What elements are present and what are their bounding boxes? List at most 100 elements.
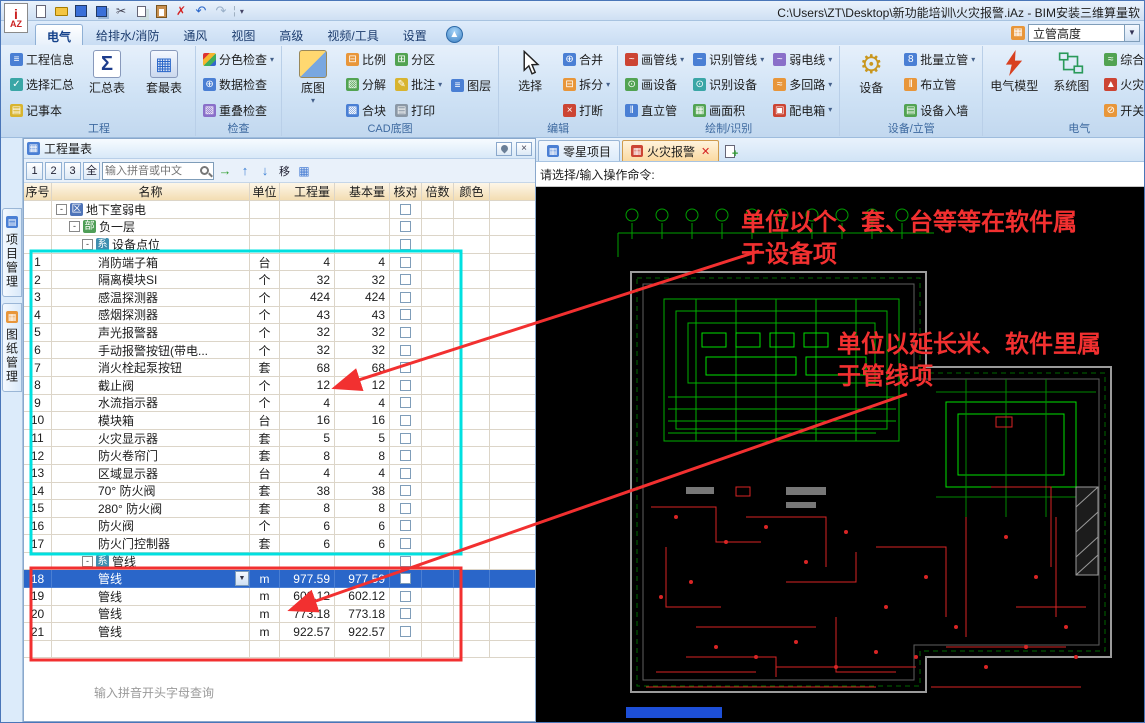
check-checkbox[interactable] [400,520,411,531]
table-row[interactable]: 20管线m773.18773.18 [24,606,535,624]
table-group-row[interactable]: -区地下室弱电 [24,201,535,219]
table-row[interactable]: 2隔离模块SI个3232 [24,271,535,289]
multi-loop-button[interactable]: ≈多回路▾ [770,74,835,96]
tab-video-tools[interactable]: 视频/工具 [316,24,389,45]
quota-table-button[interactable]: ▦套最表 [137,47,191,123]
sidebar-tab-project-management[interactable]: ▤ 项目管理 [2,208,22,297]
tab-settings[interactable]: 设置 [392,24,438,45]
table-row[interactable]: 21管线m922.57922.57 [24,623,535,641]
check-checkbox[interactable] [400,345,411,356]
check-checkbox[interactable] [400,626,411,637]
collapse-icon[interactable]: - [69,221,80,232]
check-checkbox[interactable] [400,397,411,408]
explode-button[interactable]: ▨分解 [343,74,389,96]
riser-height-combo[interactable]: 立管高度 ▼ [1028,24,1140,42]
check-checkbox[interactable] [400,415,411,426]
select-tool-button[interactable]: 选择 [503,47,557,123]
level-2-button[interactable]: 2 [45,162,62,180]
table-row[interactable]: 7消火栓起泵按钮套6868 [24,359,535,377]
tab-view[interactable]: 视图 [220,24,266,45]
overlap-check-button[interactable]: ▧重叠检查 [200,99,277,121]
check-checkbox[interactable] [400,309,411,320]
column-header-no[interactable]: 序号 [24,183,52,201]
name-combo-button[interactable]: ▼ [235,571,249,586]
check-checkbox[interactable] [400,433,411,444]
cut-button[interactable]: ✂ [113,3,129,19]
table-row[interactable]: 11火灾显示器套55 [24,430,535,448]
draw-pipe-button[interactable]: ~画管线▾ [622,49,687,71]
table-row[interactable]: 6手动报警按钮(带电...个3232 [24,342,535,360]
collapse-icon[interactable]: - [56,204,67,215]
check-checkbox[interactable] [400,538,411,549]
project-info-button[interactable]: ≡工程信息 [7,49,77,71]
pin-panel-button[interactable] [496,142,512,156]
paste-button[interactable] [153,3,169,19]
collapse-icon[interactable]: - [82,239,93,250]
drawing-tab-fire-alarm[interactable]: ▦ 火灾报警 ✕ [622,140,719,161]
table-row[interactable]: 1消防端子箱台44 [24,254,535,272]
table-group-row[interactable]: -部负一层 [24,219,535,237]
check-checkbox[interactable] [400,292,411,303]
break-button[interactable]: ×打断 [560,99,613,121]
check-checkbox[interactable] [400,362,411,373]
column-header-color[interactable]: 颜色 [454,183,490,201]
check-checkbox[interactable] [400,556,411,567]
previous-result-button[interactable]: ↑ [236,162,254,180]
tab-electrical[interactable]: 电气 [35,24,83,45]
table-row[interactable]: 10模块箱台1616 [24,412,535,430]
cable-routing-button[interactable]: ≈综合布线 [1101,49,1145,71]
delete-button[interactable]: ✗ [173,3,189,19]
table-row[interactable]: 9水流指示器个44 [24,395,535,413]
collapse-icon[interactable]: - [82,556,93,567]
check-checkbox[interactable] [400,239,411,250]
undo-button[interactable]: ↶ [193,3,209,19]
f​ire-alarm-button[interactable]: ▲火灾报警 [1101,74,1145,96]
partition-button[interactable]: ⊞分区 [392,49,445,71]
save-button[interactable] [73,3,89,19]
print-button[interactable]: ▤打印 [392,99,445,121]
open-button[interactable] [53,3,69,19]
vertical-pipe-button[interactable]: ‖直立管 [622,99,687,121]
tab-ventilation[interactable]: 通风 [172,24,218,45]
check-checkbox[interactable] [400,591,411,602]
electric-model-button[interactable]: 电气模型 [987,47,1041,123]
redo-button[interactable]: ↷ [213,3,229,19]
command-bar[interactable]: 请选择/输入操作命令: [536,162,1144,187]
column-header-name[interactable]: 名称 [52,183,250,201]
check-checkbox[interactable] [400,274,411,285]
check-checkbox[interactable] [400,204,411,215]
new-document-button[interactable] [33,3,49,19]
toolbar-options-arrow-icon[interactable]: ▾ [240,7,244,16]
check-checkbox[interactable] [400,468,411,479]
tab-advanced[interactable]: 高级 [268,24,314,45]
draw-device-button[interactable]: ⊙画设备 [622,74,687,96]
table-row[interactable]: 1470° 防火阀套3838 [24,483,535,501]
go-search-button[interactable]: → [216,162,234,180]
distribution-box-button[interactable]: ▣配电箱▾ [770,99,835,121]
notepad-button[interactable]: ▤记事本 [7,99,77,121]
new-drawing-tab-button[interactable]: + [721,141,739,161]
place-riser-button[interactable]: ‖布立管 [901,74,978,96]
base-map-button[interactable]: 底图▾ [286,47,340,123]
table-row[interactable]: 16防火阀个66 [24,518,535,536]
table-row[interactable]: 18管线▼m977.59977.59 [24,570,535,588]
table-row[interactable]: 17防火门控制器套66 [24,535,535,553]
table-empty-row[interactable] [24,641,535,659]
close-panel-button[interactable]: × [516,142,532,156]
split-button[interactable]: ⊟拆分▾ [560,74,613,96]
data-check-button[interactable]: ⊕数据检查 [200,74,277,96]
table-row[interactable]: 19管线m602.12602.12 [24,588,535,606]
column-header-base[interactable]: 基本量 [335,183,390,201]
check-checkbox[interactable] [400,380,411,391]
save-all-button[interactable] [93,3,109,19]
device-in-wall-button[interactable]: ▤设备入墙 [901,99,978,121]
table-group-row[interactable]: -系管线 [24,553,535,571]
table-row[interactable]: 4感烟探测器个4343 [24,307,535,325]
copy-button[interactable] [133,3,149,19]
device-button[interactable]: ⚙设备 [844,47,898,123]
level-1-button[interactable]: 1 [26,162,43,180]
batch-riser-button[interactable]: 8批量立管▾ [901,49,978,71]
column-header-multiple[interactable]: 倍数 [422,183,454,201]
column-header-unit[interactable]: 单位 [250,183,280,201]
level-3-button[interactable]: 3 [64,162,81,180]
